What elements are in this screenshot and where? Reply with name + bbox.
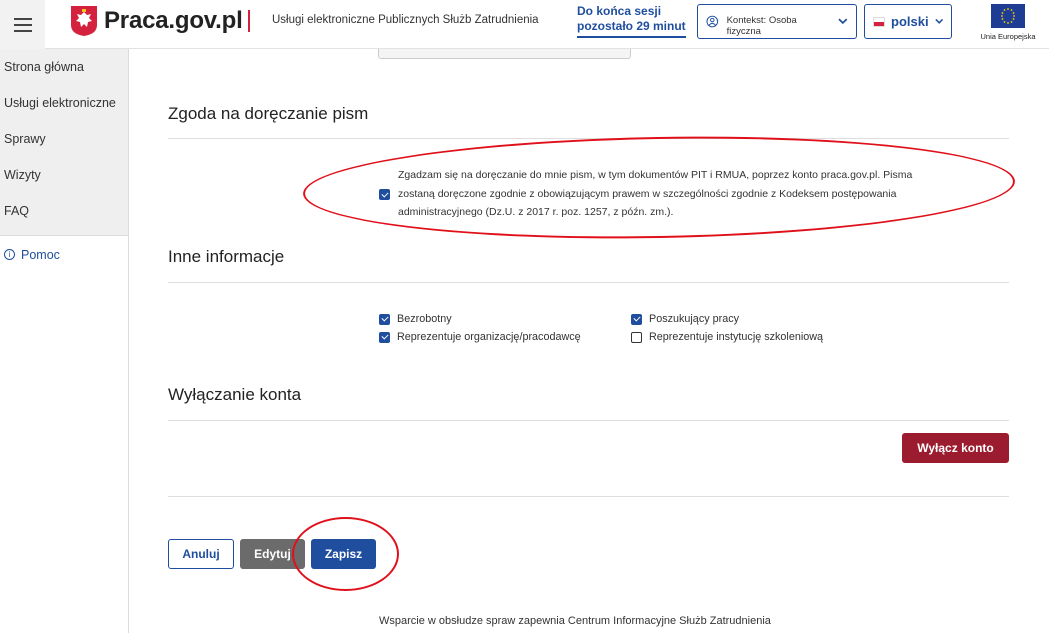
save-button[interactable]: Zapisz (311, 539, 376, 569)
context-label: Kontekst: Osoba fizyczna (726, 14, 797, 37)
sidebar-item-faq[interactable]: FAQ (0, 193, 128, 229)
info-icon: i (4, 249, 15, 260)
checkbox-unemployed[interactable] (379, 313, 390, 325)
checkbox-represents-employer[interactable] (379, 331, 390, 343)
session-timer: Do końca sesji pozostało 29 minut (577, 4, 686, 38)
option-job-seeker[interactable]: Poszukujący pracy (631, 313, 739, 325)
cancel-button[interactable]: Anuluj (168, 539, 234, 569)
header-subtitle: Usługi elektroniczne Publicznych Służb Z… (272, 14, 539, 26)
section-divider (168, 282, 1009, 283)
eu-label: Unia Europejska (980, 32, 1036, 41)
section-divider (168, 420, 1009, 421)
sidebar-item-help[interactable]: i Pomoc (0, 235, 128, 273)
sidebar-item-visits[interactable]: Wizyty (0, 157, 128, 193)
logo-text: Praca.gov.pl (104, 7, 243, 34)
option-label: Bezrobotny (397, 313, 452, 325)
polish-flag-icon (873, 16, 886, 27)
option-label: Reprezentuje instytucję szkoleniową (649, 331, 824, 343)
sidebar-item-e-services[interactable]: Usługi elektroniczne (0, 85, 128, 121)
top-header: Praca.gov.pl Usługi elektroniczne Public… (0, 0, 1049, 49)
checkbox-represents-training-institution[interactable] (631, 331, 642, 343)
option-label: Reprezentuje organizację/pracodawcę (397, 331, 581, 343)
consent-checkbox-row[interactable]: Zgadzam się na doręczanie do mnie pism, … (379, 166, 939, 222)
section-title-account-off: Wyłączanie konta (168, 385, 302, 404)
consent-checkbox[interactable] (379, 189, 390, 200)
help-label: Pomoc (21, 247, 60, 262)
chevron-down-icon (934, 18, 943, 24)
eu-flag-icon (991, 4, 1025, 28)
language-label: polski (891, 14, 929, 29)
sidebar-menu: Strona główna Usługi elektroniczne Spraw… (0, 49, 128, 235)
section-title-consent: Zgoda na doręczanie pism (168, 104, 369, 123)
edit-button[interactable]: Edytuj (240, 539, 305, 569)
site-logo[interactable]: Praca.gov.pl (70, 5, 243, 37)
section-divider (168, 496, 1009, 497)
menu-hamburger-icon[interactable] (0, 0, 45, 49)
checkbox-job-seeker[interactable] (631, 313, 642, 325)
user-circle-icon (706, 15, 719, 28)
chevron-down-icon (838, 18, 848, 25)
language-selector[interactable]: polski (864, 4, 952, 39)
option-unemployed[interactable]: Bezrobotny (379, 313, 452, 325)
sidebar-item-home[interactable]: Strona główna (0, 49, 128, 85)
session-line-2: pozostało 29 minut (577, 19, 686, 33)
section-title-other-info: Inne informacje (168, 247, 285, 266)
option-represents-training-institution[interactable]: Reprezentuje instytucję szkoleniową (631, 331, 823, 343)
eu-logo: Unia Europejska (972, 4, 1044, 41)
cut-off-field (378, 49, 631, 59)
disable-account-button[interactable]: Wyłącz konto (902, 433, 1009, 463)
consent-text: Zgadzam się na doręczanie do mnie pism, … (398, 169, 913, 218)
footer-support-text: Wsparcie w obsłudze spraw zapewnia Centr… (379, 615, 771, 627)
section-divider (168, 138, 1009, 139)
context-selector[interactable]: Kontekst: Osoba fizyczna (697, 4, 857, 39)
sidebar: Strona główna Usługi elektroniczne Spraw… (0, 49, 129, 633)
option-label: Poszukujący pracy (649, 313, 740, 325)
polish-eagle-emblem-icon (71, 6, 97, 36)
sidebar-item-cases[interactable]: Sprawy (0, 121, 128, 157)
main-content: Zgoda na doręczanie pism Zgadzam się na … (129, 49, 1049, 633)
option-represents-employer[interactable]: Reprezentuje organizację/pracodawcę (379, 331, 581, 343)
session-line-1: Do końca sesji (577, 4, 662, 18)
header-divider (248, 10, 250, 32)
